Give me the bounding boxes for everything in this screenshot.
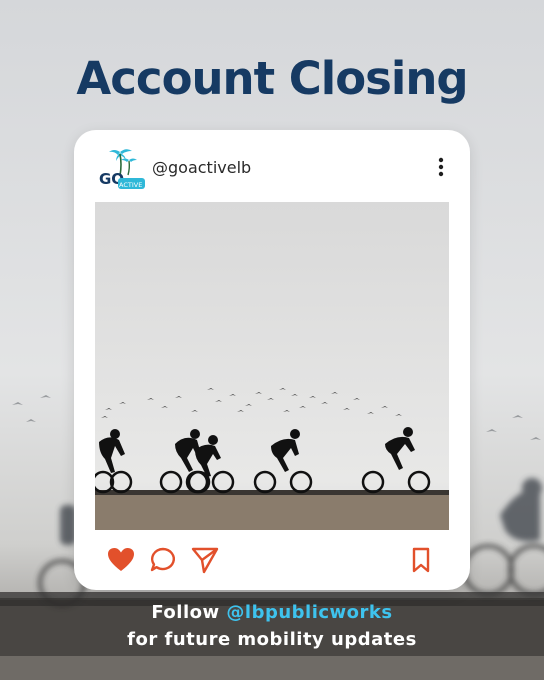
mobility-updates-line: for future mobility updates — [127, 629, 417, 650]
kebab-vertical-icon[interactable] — [434, 156, 448, 178]
heart-icon[interactable] — [106, 545, 136, 575]
account-handle[interactable]: @goactivelb — [152, 158, 251, 177]
svg-text:ACTIVE LB: ACTIVE LB — [119, 181, 146, 189]
bookmark-icon[interactable] — [406, 545, 436, 575]
post-photo — [95, 202, 449, 530]
comment-icon[interactable] — [148, 545, 178, 575]
instagram-post-card: GO ACTIVE LB @goactivelb — [74, 130, 470, 590]
follow-prefix: Follow — [151, 602, 227, 623]
share-icon[interactable] — [190, 545, 220, 575]
headline: Account Closing — [76, 52, 468, 105]
follow-line: Follow @lbpublicworks — [0, 602, 544, 623]
lbpublicworks-handle[interactable]: @lbpublicworks — [226, 602, 392, 623]
goactivelb-logo[interactable]: GO ACTIVE LB — [96, 146, 146, 194]
